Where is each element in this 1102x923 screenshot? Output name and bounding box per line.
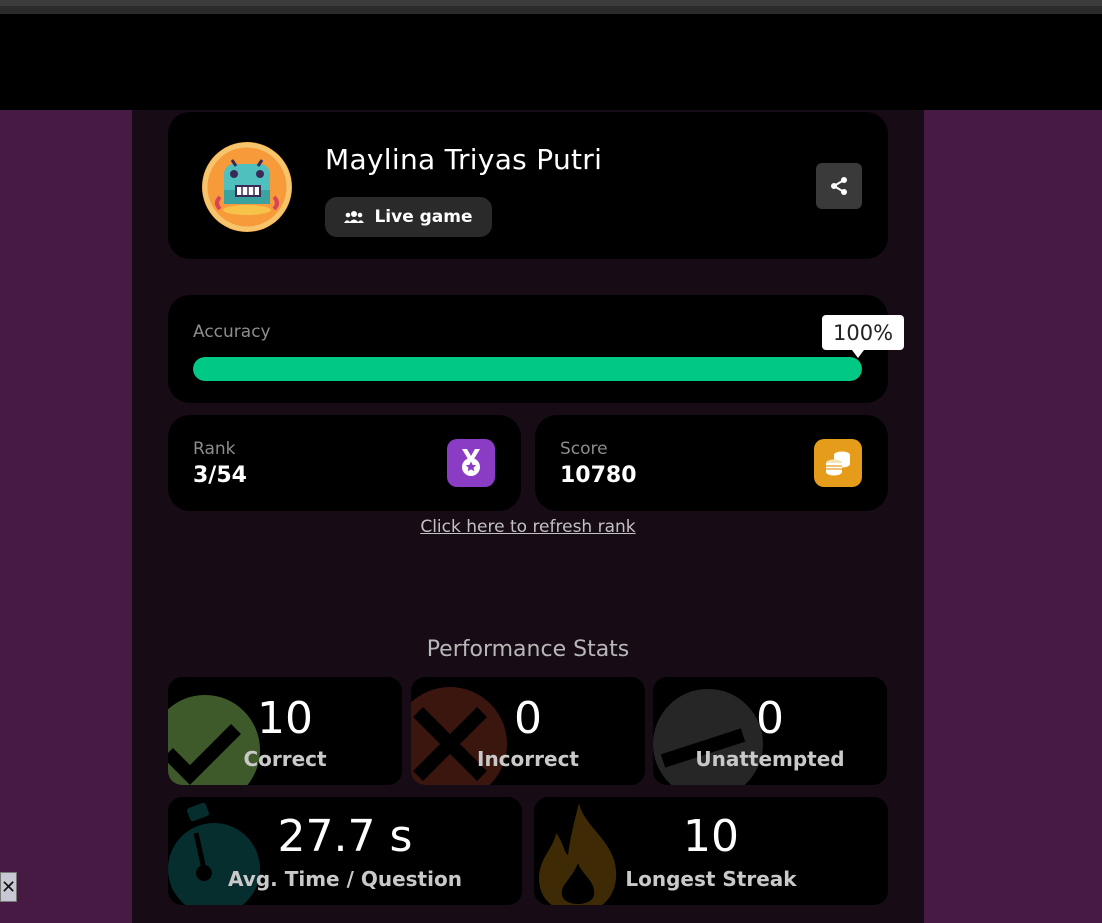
incorrect-tile: 0 Incorrect [411, 677, 645, 785]
game-mode-label: Live game [374, 207, 473, 227]
coins-icon [814, 439, 862, 487]
correct-label: Correct [243, 747, 327, 771]
correct-tile: 10 Correct [168, 677, 402, 785]
browser-chrome-bar [0, 0, 1102, 14]
accuracy-label: Accuracy [193, 322, 271, 342]
refresh-rank-link[interactable]: Click here to refresh rank [0, 517, 1056, 537]
correct-count: 10 [257, 693, 313, 744]
rank-card: Rank 3/54 [168, 415, 521, 511]
incorrect-count: 0 [514, 693, 542, 744]
share-icon [831, 177, 847, 195]
accuracy-progress-fill [193, 357, 862, 381]
game-mode-badge: Live game [325, 197, 492, 237]
avg-time-value: 27.7 s [277, 811, 413, 862]
rank-value: 3/54 [193, 463, 247, 488]
unattempted-label: Unattempted [695, 747, 845, 771]
score-value: 10780 [560, 463, 637, 488]
users-icon [344, 211, 365, 223]
incorrect-label: Incorrect [477, 747, 579, 771]
avg-time-label: Avg. Time / Question [228, 867, 462, 891]
player-card: Maylina Triyas Putri Live game [168, 112, 888, 259]
share-button[interactable] [816, 163, 862, 209]
streak-tile: 10 Longest Streak [534, 797, 888, 905]
avg-time-tile: 27.7 s Avg. Time / Question [168, 797, 522, 905]
crab-monster-icon [202, 142, 292, 232]
performance-stats-title: Performance Stats [426, 637, 630, 662]
unattempted-count: 0 [756, 693, 784, 744]
player-avatar [202, 142, 292, 232]
header-bar [0, 14, 1102, 110]
medal-icon [447, 439, 495, 487]
unattempted-tile: 0 Unattempted [653, 677, 887, 785]
score-label: Score [560, 439, 608, 459]
rank-label: Rank [193, 439, 236, 459]
streak-value: 10 [683, 811, 739, 862]
streak-label: Longest Streak [625, 867, 797, 891]
accuracy-card: Accuracy 100% [168, 295, 905, 403]
accuracy-progress-bar [193, 357, 862, 381]
score-card: Score 10780 [535, 415, 888, 511]
close-button[interactable]: ✕ [0, 872, 17, 902]
player-name: Maylina Triyas Putri [325, 143, 603, 176]
accuracy-tooltip: 100% [822, 315, 905, 358]
close-icon: ✕ [0, 876, 17, 898]
